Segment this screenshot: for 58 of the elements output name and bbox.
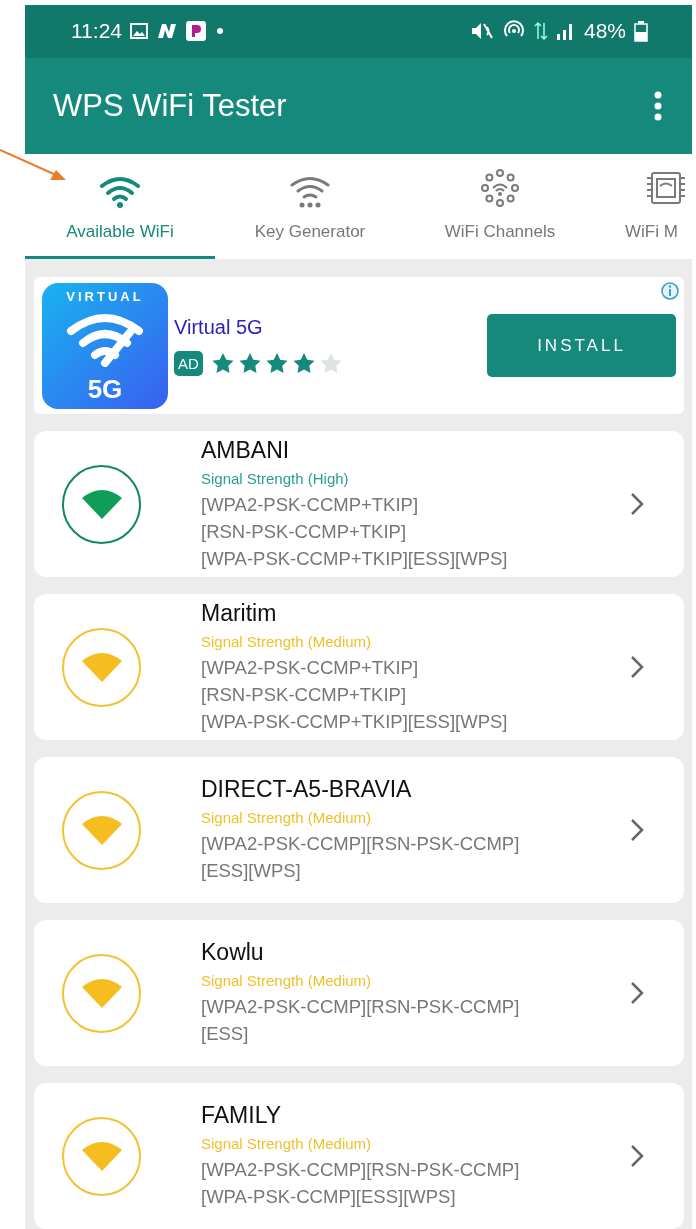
star-icon (291, 351, 316, 375)
network-name: DIRECT-A5-BRAVIA (201, 776, 413, 803)
app-icon (156, 23, 178, 40)
chevron-icon (630, 818, 644, 842)
signal-strength: Signal Strength (Medium) (201, 632, 373, 650)
battery-icon (634, 20, 648, 43)
battery-percent: 48% (583, 19, 626, 44)
chevron-icon (630, 981, 644, 1005)
more-icon[interactable] (654, 91, 662, 122)
tab[interactable]: WiFi Channels (405, 154, 595, 259)
wifi-icon (80, 488, 123, 520)
star-icon (318, 351, 343, 375)
wifi-icon (80, 651, 123, 683)
app-icon (186, 21, 206, 42)
signal-strength: Signal Strength (Medium) (201, 809, 373, 826)
ad-badge: AD (174, 350, 203, 376)
star-icon (264, 351, 289, 375)
capabilities-text: [WPA2-PSK-CCMP][RSN-PSK-CCMP] [ESS][WPS] (201, 832, 521, 883)
wifi-icon (80, 977, 123, 1009)
info-icon[interactable] (660, 281, 680, 301)
signal-strength: Signal Strength (High) (201, 469, 350, 487)
wifi-icon (80, 814, 123, 846)
star-icon (237, 351, 262, 375)
wifi-icon (99, 174, 141, 208)
dot-icon (214, 27, 226, 36)
capabilities-text: [WPA2-PSK-CCMP+TKIP] [RSN-PSK-CCMP+TKIP] [WPA-PSK-CCMP+TKIP][ESS][WPS] (201, 492, 509, 571)
tab[interactable]: Available WiFi (25, 154, 215, 259)
logo-text: VIRTUAL (66, 288, 144, 304)
status-time: 11:24 (71, 19, 122, 44)
capabilities-text: [WPA2-PSK-CCMP][RSN-PSK-CCMP] [WPA-PSK-CCMP][ESS][WPS] (201, 1158, 521, 1209)
network-card[interactable]: DIRECT-A5-BRAVIA Signal Strength (Medium) [WPA2-PSK-CCMP][RSN-PSK-CCMP] [ESS][WPS] (34, 757, 684, 903)
chevron-icon (630, 655, 644, 679)
star-icon (210, 351, 235, 375)
network-card[interactable]: Maritim Signal Strength (Medium) [WPA2-PSK-CCMP+TKIP] [RSN-PSK-CCMP+TKIP] [WPA-PSK-CCMP+TKIP][ESS][WPS] (34, 594, 684, 740)
network-card[interactable]: Kowlu Signal Strength (Medium) [WPA2-PSK-CCMP][RSN-PSK-CCMP] [ESS] (34, 920, 684, 1066)
signal-strength: Signal Strength (Medium) (201, 1135, 373, 1152)
ad-title: Virtual 5G (174, 315, 264, 339)
install-button[interactable]: INSTALL (487, 314, 676, 377)
chevron-icon (630, 1144, 644, 1168)
logo-text: 5G (87, 373, 123, 405)
network-name: Kowlu (201, 939, 265, 966)
app-title: WPS WiFi Tester (53, 88, 287, 125)
data-icon (533, 21, 548, 42)
network-name: Maritim (201, 599, 278, 627)
signal-strength: Signal Strength (Medium) (201, 972, 373, 989)
network-card[interactable]: FAMILY Signal Strength (Medium) [WPA2-PSK-CCMP][RSN-PSK-CCMP] [WPA-PSK-CCMP][ESS][WPS] (34, 1083, 684, 1229)
wifi-icon (289, 174, 331, 208)
capabilities-text: [WPA2-PSK-CCMP+TKIP] [RSN-PSK-CCMP+TKIP] [WPA-PSK-CCMP+TKIP][ESS][WPS] (201, 655, 509, 734)
network-card[interactable]: AMBANI Signal Strength (High) [WPA2-PSK-CCMP+TKIP] [RSN-PSK-CCMP+TKIP] [WPA-PSK-CCMP+TKIP][ESS][WPS] (34, 431, 684, 577)
tab[interactable]: WiFi M (595, 154, 692, 259)
network-name: AMBANI (201, 436, 291, 464)
wifi-icon (80, 1140, 123, 1172)
chevron-icon (630, 492, 644, 516)
gallery-icon (130, 23, 148, 40)
channels-icon (479, 168, 521, 208)
capabilities-text: [WPA2-PSK-CCMP][RSN-PSK-CCMP] [ESS] (201, 995, 521, 1046)
tab[interactable]: Key Generator (215, 154, 405, 259)
network-name: FAMILY (201, 1102, 283, 1129)
